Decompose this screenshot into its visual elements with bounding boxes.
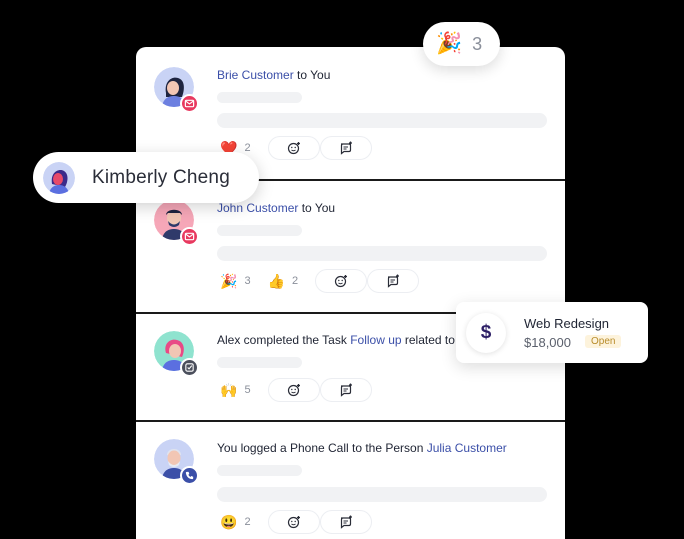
- headline-text: to You: [293, 68, 331, 82]
- placeholder-line: [217, 113, 547, 128]
- reaction-bar: 🙌 5: [220, 378, 372, 402]
- actor-link[interactable]: Brie Customer: [217, 68, 294, 82]
- add-comment-button[interactable]: [319, 510, 372, 534]
- headline-text: to You: [298, 201, 336, 215]
- status-badge: Open: [585, 335, 622, 348]
- reaction-count: 2: [292, 275, 299, 287]
- add-reaction-icon: [287, 516, 300, 529]
- mention-chip[interactable]: Kimberly Cheng: [33, 152, 259, 203]
- placeholder-line: [217, 225, 302, 236]
- headline-text: You logged a Phone Call to the Person: [217, 441, 427, 455]
- reaction-count: 2: [244, 142, 251, 154]
- avatar[interactable]: [154, 200, 199, 246]
- raised-hands-icon: 🙌: [220, 382, 238, 398]
- add-comment-icon: [388, 274, 400, 288]
- placeholder-line: [217, 465, 302, 476]
- avatar[interactable]: [154, 439, 199, 485]
- avatar[interactable]: [154, 331, 199, 377]
- task-check-icon: [180, 358, 199, 377]
- thumbs-up-icon: 👍: [267, 273, 285, 289]
- add-reaction-button[interactable]: [267, 510, 320, 534]
- add-reaction-button[interactable]: [315, 269, 368, 293]
- avatar: [43, 161, 75, 194]
- party-reaction-bubble[interactable]: 🎉 3: [423, 22, 500, 66]
- feed-headline: John Customer to You: [217, 201, 335, 215]
- add-reaction-button[interactable]: [267, 136, 320, 160]
- deal-title: Web Redesign: [524, 316, 610, 331]
- reaction-smile[interactable]: 😃 2: [220, 515, 251, 529]
- reaction-count: 3: [244, 275, 251, 287]
- smile-icon: 😃: [220, 514, 238, 530]
- mail-icon: [180, 227, 199, 246]
- task-link[interactable]: Follow up: [350, 333, 401, 347]
- feed-headline: Brie Customer to You: [217, 68, 330, 82]
- add-comment-button[interactable]: [319, 378, 372, 402]
- deal-card[interactable]: $ Web Redesign $18,000 Open: [456, 302, 648, 363]
- reaction-raised-hands[interactable]: 🙌 5: [220, 383, 251, 397]
- add-reaction-icon: [335, 275, 348, 288]
- avatar[interactable]: [154, 67, 199, 113]
- feed-headline: You logged a Phone Call to the Person Ju…: [217, 441, 507, 455]
- feed-headline: Alex completed the Task Follow up relate…: [217, 333, 455, 347]
- placeholder-line: [217, 487, 547, 502]
- party-popper-icon: 🎉: [220, 273, 238, 289]
- add-reaction-icon: [287, 142, 300, 155]
- placeholder-line: [217, 92, 302, 103]
- add-comment-button[interactable]: [319, 136, 372, 160]
- deal-amount: $18,000: [524, 335, 571, 350]
- activity-feed-card: Brie Customer to You ❤️ 2 John Customer …: [136, 47, 565, 539]
- add-comment-button[interactable]: [367, 269, 420, 293]
- dollar-icon: $: [466, 313, 506, 353]
- reaction-count: 2: [244, 516, 251, 528]
- add-comment-icon: [340, 141, 352, 155]
- person-link[interactable]: Julia Customer: [427, 441, 507, 455]
- add-reaction-icon: [287, 384, 300, 397]
- reaction-count: 5: [244, 384, 251, 396]
- headline-text: related to: [401, 333, 455, 347]
- reaction-thumbs-up[interactable]: 👍 2: [268, 274, 299, 288]
- mail-icon: [180, 94, 199, 113]
- headline-text: Alex completed the Task: [217, 333, 351, 347]
- add-comment-icon: [340, 515, 352, 529]
- reaction-bar: 🎉 3 👍 2: [220, 269, 420, 293]
- reaction-bar: 😃 2: [220, 510, 372, 534]
- avatar-face-icon: [43, 161, 75, 194]
- actor-link[interactable]: John Customer: [217, 201, 298, 215]
- phone-icon: [180, 466, 199, 485]
- reaction-count: 3: [472, 33, 483, 54]
- add-comment-icon: [340, 383, 352, 397]
- party-popper-icon: 🎉: [436, 32, 463, 55]
- placeholder-line: [217, 357, 302, 368]
- reaction-party[interactable]: 🎉 3: [220, 274, 251, 288]
- placeholder-line: [217, 246, 547, 261]
- divider: [136, 420, 565, 422]
- add-reaction-button[interactable]: [267, 378, 320, 402]
- mention-name: Kimberly Cheng: [92, 166, 230, 188]
